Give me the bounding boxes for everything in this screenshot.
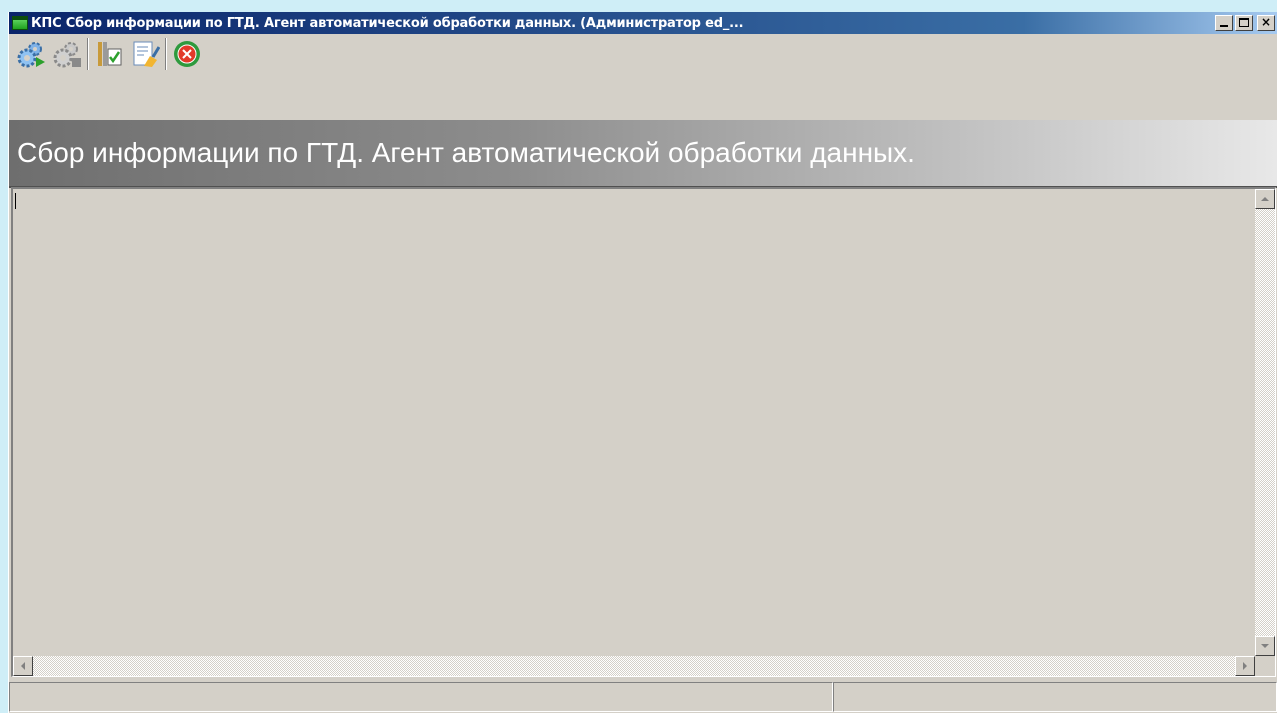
window-title: КПС Сбор информации по ГТД. Агент автома… — [31, 15, 744, 31]
arrow-up-icon — [1261, 197, 1269, 201]
app-icon — [12, 16, 28, 30]
status-bar — [9, 680, 1277, 713]
exit-button[interactable] — [171, 38, 203, 70]
gears-stop-icon — [53, 42, 81, 68]
scroll-up-button[interactable] — [1255, 189, 1275, 209]
settings-button[interactable] — [93, 38, 125, 70]
status-pane-left — [9, 682, 833, 712]
close-circle-icon — [174, 41, 200, 67]
banner-title: Сбор информации по ГТД. Агент автоматиче… — [17, 137, 915, 168]
app-window: КПС Сбор информации по ГТД. Агент автома… — [8, 12, 1277, 713]
arrow-left-icon — [21, 662, 25, 670]
scrollbar-corner — [1255, 656, 1275, 676]
header-banner: Сбор информации по ГТД. Агент автоматиче… — [9, 120, 1277, 188]
horizontal-scrollbar[interactable] — [13, 656, 1255, 676]
scroll-left-button[interactable] — [13, 656, 33, 676]
arrow-right-icon — [1243, 662, 1247, 670]
scroll-right-button[interactable] — [1235, 656, 1255, 676]
title-bar[interactable]: КПС Сбор информации по ГТД. Агент автома… — [9, 12, 1277, 34]
status-pane-right — [833, 682, 1277, 712]
minimize-icon — [1220, 25, 1228, 27]
minimize-button[interactable] — [1215, 15, 1233, 31]
tools-check-icon — [98, 42, 122, 66]
vertical-scrollbar[interactable] — [1255, 189, 1275, 656]
text-caret — [15, 193, 16, 209]
maximize-button[interactable] — [1235, 15, 1253, 31]
caption-buttons: × — [1213, 15, 1275, 31]
document-brush-icon — [133, 41, 160, 67]
clear-log-button[interactable] — [129, 38, 161, 70]
stop-processing-button[interactable] — [51, 38, 83, 70]
close-icon: × — [1260, 15, 1272, 29]
close-button[interactable]: × — [1257, 15, 1275, 31]
scroll-down-button[interactable] — [1255, 636, 1275, 656]
start-processing-button[interactable] — [15, 38, 47, 70]
toolbar-separator — [165, 38, 167, 70]
gears-run-icon — [17, 42, 45, 68]
arrow-down-icon — [1261, 644, 1269, 648]
log-text-area[interactable] — [11, 187, 1276, 677]
maximize-icon — [1239, 18, 1249, 27]
toolbar-separator — [87, 38, 89, 70]
toolbar — [9, 34, 1277, 74]
